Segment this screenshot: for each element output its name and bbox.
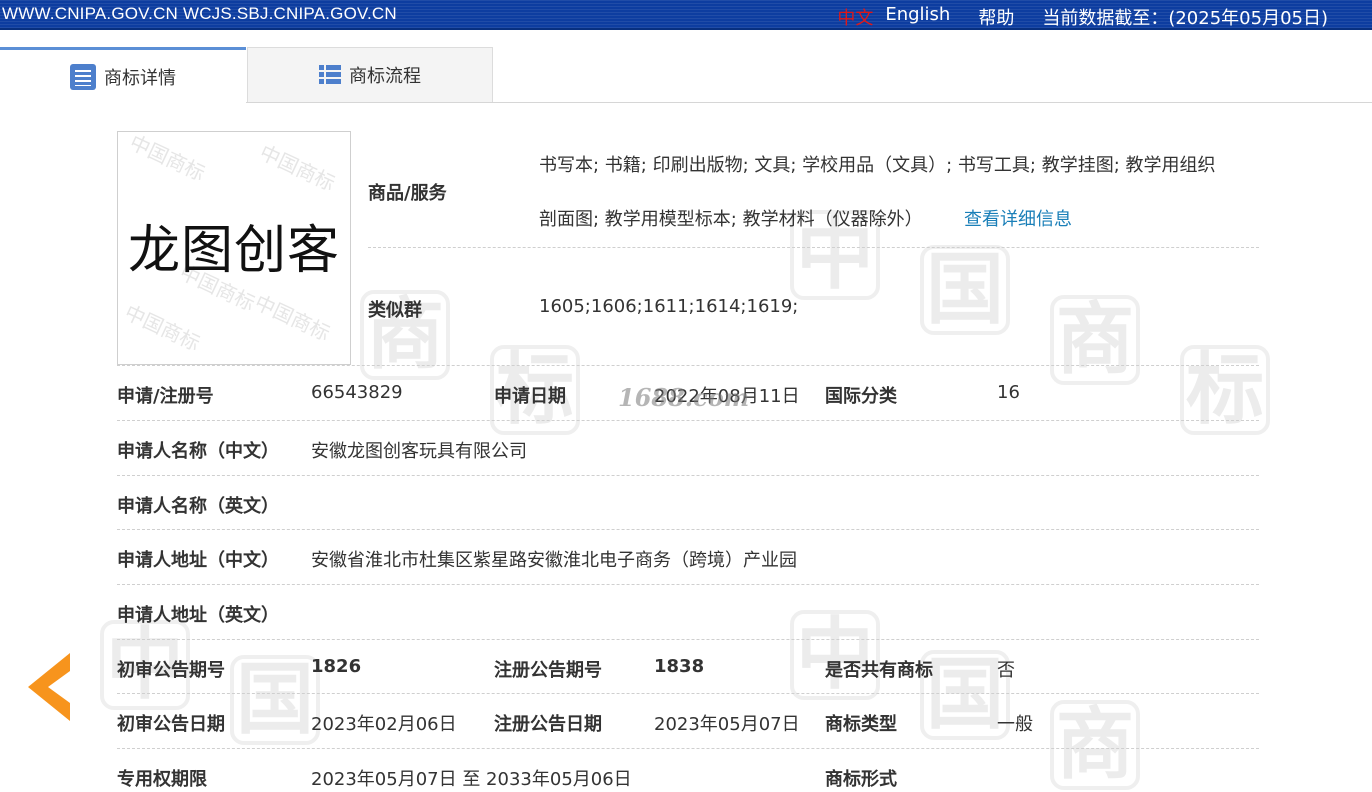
divider [117,365,1259,366]
image-watermark: 中国商标 [121,300,204,356]
tm-type-value: 一般 [997,714,1033,735]
intl-class-label: 国际分类 [825,386,897,407]
document-list-icon [70,63,96,90]
watermark-glyph: 标 [1180,345,1270,435]
list-icon [319,65,341,85]
tm-form-label: 商标形式 [825,769,897,790]
divider [117,693,1259,694]
reg-number-label: 申请/注册号 [117,386,214,407]
intl-class-value: 16 [997,382,1020,403]
applicant-name-en-label: 申请人名称（英文） [117,496,279,517]
applicant-address-cn-value: 安徽省淮北市杜集区紫星路安徽淮北电子商务（跨境）产业园 [311,550,797,571]
applicant-name-cn-label: 申请人名称（中文） [117,441,279,462]
data-cutoff-text: 当前数据截至：(2025年05月05日) [1042,8,1328,29]
prelim-issue-value: 1826 [311,656,362,677]
watermark-glyph: 国 [920,245,1010,335]
similar-group-label: 类似群 [368,300,422,321]
shared-tm-value: 否 [997,660,1015,681]
reg-number-value: 66543829 [311,382,403,403]
top-bar-right: 中文 English 帮助 当前数据截至：(2025年05月05日) [837,4,1328,30]
goods-services-line-1: 书写本; 书籍; 印刷出版物; 文具; 学校用品（文具）; 书写工具; 教学挂图… [539,155,1216,176]
top-bar: WWW.CNIPA.GOV.CN WCJS.SBJ.CNIPA.GOV.CN 中… [0,0,1372,30]
trademark-image: 中国商标 中国商标 中国商标 中国商标 中国商标 龙图创客 [117,131,351,365]
tab-trademark-details[interactable]: 商标详情 [0,47,246,103]
site-domains: WWW.CNIPA.GOV.CN WCJS.SBJ.CNIPA.GOV.CN [2,4,397,23]
divider [117,748,1259,749]
prelim-issue-label: 初审公告期号 [117,660,225,681]
shared-tm-label: 是否共有商标 [825,660,933,681]
tab-label: 商标详情 [104,67,176,89]
goods-services-label: 商品/服务 [368,183,447,204]
tm-type-label: 商标类型 [825,714,897,735]
help-link[interactable]: 帮助 [978,4,1014,30]
reg-date-value: 2023年05月07日 [654,714,800,735]
reg-date-label: 注册公告日期 [494,714,602,735]
image-watermark: 中国商标 [126,131,209,186]
application-date-label: 申请日期 [494,386,566,407]
applicant-address-en-label: 申请人地址（英文） [117,605,279,626]
watermark-glyph: 中 [790,610,880,700]
divider [117,420,1259,421]
divider [117,475,1259,476]
applicant-name-cn-value: 安徽龙图创客玩具有限公司 [311,441,527,462]
exclusive-period-value: 2023年05月07日 至 2033年05月06日 [311,769,632,790]
tab-bar: 商标详情 商标流程 [0,47,1372,103]
reg-issue-value: 1838 [654,656,705,677]
prelim-date-label: 初审公告日期 [117,714,225,735]
tab-label: 商标流程 [349,66,421,87]
prelim-date-value: 2023年02月06日 [311,714,457,735]
reg-issue-label: 注册公告期号 [494,660,602,681]
lang-chinese-link[interactable]: 中文 [837,4,873,30]
divider [368,247,1259,248]
view-details-link[interactable]: 查看详细信息 [964,205,1072,231]
applicant-address-cn-label: 申请人地址（中文） [117,550,279,571]
watermark-glyph: 商 [1050,295,1140,385]
divider [117,639,1259,640]
exclusive-period-label: 专用权期限 [117,769,207,790]
image-watermark: 中国商标 [251,290,334,346]
image-watermark: 中国商标 [256,140,339,196]
divider [117,529,1259,530]
divider [117,584,1259,585]
goods-services-line-2: 剖面图; 教学用模型标本; 教学材料（仪器除外） [539,209,923,230]
back-arrow-icon[interactable] [26,651,72,723]
similar-group-value: 1605;1606;1611;1614;1619; [539,296,799,317]
watermark-glyph: 国 [230,655,320,745]
tab-trademark-process[interactable]: 商标流程 [247,47,493,102]
site-watermark-stamp: 1688.com [618,383,750,412]
lang-english-link[interactable]: English [885,4,950,30]
watermark-glyph: 商 [1050,700,1140,790]
trademark-wordmark: 龙图创客 [127,221,340,281]
